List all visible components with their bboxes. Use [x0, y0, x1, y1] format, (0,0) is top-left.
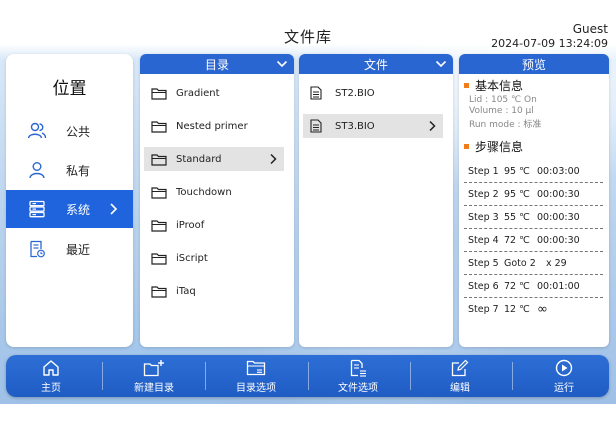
screen-background: 文件库 Guest 2024-07-09 13:24:09 位置 公共 私有 系… [0, 0, 616, 404]
directory-item[interactable]: Gradient [144, 81, 284, 105]
folder-icon [151, 218, 167, 232]
step-row: Step 6 72 ℃ 00:01:00 [464, 275, 603, 298]
folder-icon [151, 119, 167, 133]
directory-header[interactable]: 目录 [140, 54, 294, 74]
users-icon [26, 120, 48, 142]
location-item-public[interactable]: 公共 [6, 112, 133, 150]
server-icon [26, 198, 48, 220]
chevron-right-icon [105, 201, 121, 217]
chevron-right-icon [266, 152, 280, 166]
directory-header-label: 目录 [204, 57, 229, 72]
edit-icon [449, 359, 471, 377]
bullet-square-icon [464, 83, 469, 88]
volume-info: Volume : 10 μl [469, 106, 534, 116]
run-mode-info: Run mode : 标准 [469, 120, 542, 130]
document-icon [310, 119, 326, 133]
step-row: Step 1 95 ℃ 00:03:00 [464, 160, 603, 183]
datetime: 2024-07-09 13:24:09 [491, 37, 608, 50]
step-row: Step 3 55 ℃ 00:00:30 [464, 206, 603, 229]
home-button[interactable]: 主页 [1, 355, 101, 397]
new-folder-icon [143, 359, 165, 377]
location-item-label: 系统 [66, 202, 91, 217]
location-item-label: 私有 [66, 163, 91, 178]
step-row: Step 2 95 ℃ 00:00:30 [464, 183, 603, 206]
folder-icon [151, 152, 167, 166]
toolbar-divider [102, 362, 103, 390]
folder-options-button[interactable]: 目录选项 [206, 355, 306, 397]
directory-item[interactable]: iProof [144, 213, 284, 237]
file-header-label: 文件 [363, 57, 388, 72]
step-row: Step 4 72 ℃ 00:00:30 [464, 229, 603, 252]
basic-info-title: 基本信息 [464, 77, 523, 94]
preview-panel: 预览 基本信息 Lid : 105 ℃ On Volume : 10 μl Ru… [459, 54, 609, 347]
step-row: Step 5 Goto 2x 29 [464, 252, 603, 275]
recent-document-icon [26, 238, 48, 260]
folder-icon [151, 251, 167, 265]
user-icon [26, 159, 48, 181]
document-icon [310, 86, 326, 100]
location-item-label: 公共 [66, 124, 91, 139]
preview-header: 预览 [459, 54, 609, 74]
user-name: Guest [572, 22, 608, 36]
directory-item-selected[interactable]: Standard [144, 147, 284, 171]
new-folder-button[interactable]: 新建目录 [104, 355, 204, 397]
directory-item[interactable]: iTaq [144, 279, 284, 303]
lid-info: Lid : 105 ℃ On [469, 95, 537, 105]
file-item[interactable]: ST2.BIO [303, 81, 443, 105]
location-item-label: 最近 [66, 242, 91, 257]
bottom-toolbar: 主页 新建目录 目录选项 文件选项 编辑 运行 [6, 355, 609, 397]
location-item-private[interactable]: 私有 [6, 151, 133, 189]
folder-options-icon [245, 359, 267, 377]
file-panel: 文件 ST2.BIO ST3.BIO [299, 54, 453, 347]
preview-header-label: 预览 [521, 57, 546, 72]
chevron-down-icon[interactable] [435, 58, 447, 70]
edit-button[interactable]: 编辑 [410, 355, 510, 397]
file-options-icon [347, 359, 369, 377]
home-icon [40, 359, 62, 377]
location-panel: 位置 公共 私有 系统 最近 [6, 54, 133, 347]
file-options-button[interactable]: 文件选项 [308, 355, 408, 397]
file-header[interactable]: 文件 [299, 54, 453, 74]
directory-item[interactable]: iScript [144, 246, 284, 270]
directory-panel: 目录 Gradient Nested primer Standard Touch… [140, 54, 294, 347]
folder-icon [151, 284, 167, 298]
toolbar-divider [512, 362, 513, 390]
file-item-selected[interactable]: ST3.BIO [303, 114, 443, 138]
location-item-recent[interactable]: 最近 [6, 230, 133, 268]
bullet-square-icon [464, 144, 469, 149]
run-icon [553, 359, 575, 377]
location-item-system[interactable]: 系统 [6, 190, 133, 228]
run-button[interactable]: 运行 [514, 355, 614, 397]
folder-icon [151, 86, 167, 100]
location-title: 位置 [52, 79, 87, 99]
steps-info-title: 步骤信息 [464, 138, 523, 155]
directory-item[interactable]: Nested primer [144, 114, 284, 138]
step-row: Step 7 12 ℃ ∞ [468, 302, 548, 317]
directory-item[interactable]: Touchdown [144, 180, 284, 204]
chevron-right-icon [425, 119, 439, 133]
chevron-down-icon[interactable] [276, 58, 288, 70]
folder-icon [151, 185, 167, 199]
